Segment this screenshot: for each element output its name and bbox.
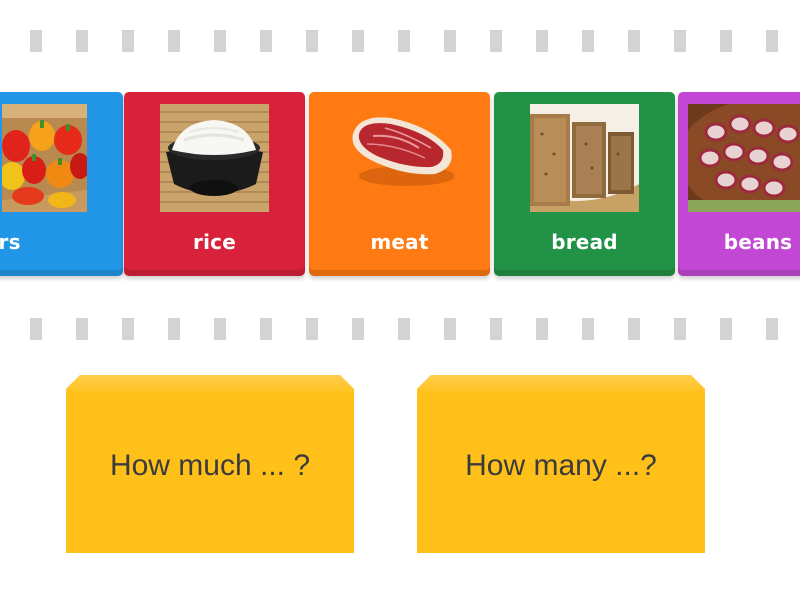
target-title: How many ...? [465, 449, 657, 482]
beans-photo [688, 104, 800, 212]
drop-target-how-much[interactable]: How much ... ? [66, 375, 354, 553]
strip-dash [76, 30, 88, 52]
card-label: beans [723, 230, 793, 254]
card-label: rice [193, 230, 236, 254]
strip-dash [306, 318, 318, 340]
card-meat[interactable]: meat [309, 92, 490, 276]
strip-dash [444, 318, 456, 340]
peppers-photo [2, 104, 87, 212]
strip-dash [490, 30, 502, 52]
strip-dash [536, 318, 548, 340]
strip-dash [260, 30, 272, 52]
steak-photo [345, 104, 454, 212]
card-label: meat [370, 230, 429, 254]
strip-dash [628, 30, 640, 52]
strip-dash [214, 30, 226, 52]
strip-dash [122, 318, 134, 340]
target-title: How much ... ? [109, 449, 311, 482]
strip-dash [76, 318, 88, 340]
strip-dash [122, 30, 134, 52]
strip-dash [582, 30, 594, 52]
card-rice[interactable]: rice [124, 92, 305, 276]
strip-dash [168, 30, 180, 52]
strip-dash [30, 30, 42, 52]
bottom-dashed-strip [0, 318, 800, 340]
strip-dash [352, 30, 364, 52]
strip-dash [214, 318, 226, 340]
strip-dash [398, 318, 410, 340]
drop-target-how-many[interactable]: How many ...? [417, 375, 705, 553]
rice-bowl-photo [160, 104, 269, 212]
group-sort-activity: eppers [0, 0, 800, 600]
strip-dash [306, 30, 318, 52]
strip-dash [766, 318, 778, 340]
top-dashed-strip [0, 30, 800, 52]
strip-dash [352, 318, 364, 340]
strip-dash [260, 318, 272, 340]
card-label: bread [551, 230, 618, 254]
strip-dash [398, 30, 410, 52]
strip-dash [30, 318, 42, 340]
strip-dash [766, 30, 778, 52]
strip-dash [168, 318, 180, 340]
strip-dash [674, 30, 686, 52]
strip-dash [720, 30, 732, 52]
strip-dash [720, 318, 732, 340]
card-bread[interactable]: bread [494, 92, 675, 276]
card-peppers[interactable]: eppers [0, 92, 123, 276]
strip-dash [490, 318, 502, 340]
strip-dash [444, 30, 456, 52]
card-beans[interactable]: beans [678, 92, 800, 276]
strip-dash [674, 318, 686, 340]
card-label: eppers [0, 230, 21, 254]
strip-dash [536, 30, 548, 52]
word-card-row: eppers [0, 92, 800, 282]
strip-dash [582, 318, 594, 340]
bread-basket-photo [530, 104, 639, 212]
strip-dash [628, 318, 640, 340]
